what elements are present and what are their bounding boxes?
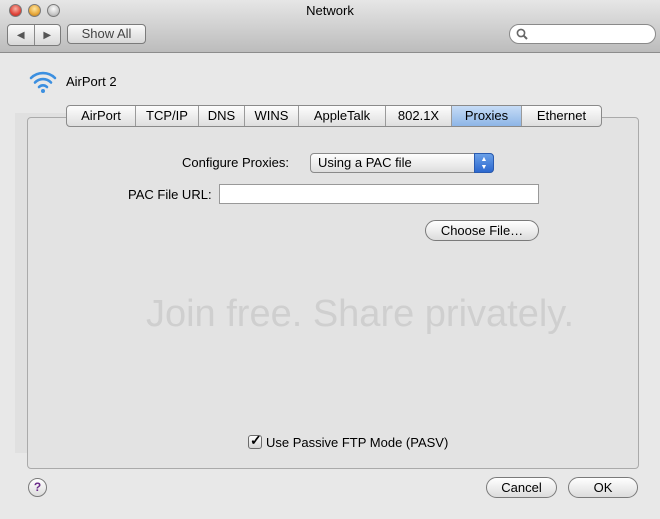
interface-name: AirPort 2 — [66, 74, 117, 89]
tab-proxies[interactable]: Proxies — [451, 106, 521, 126]
window-content: AirPort 2 AirPort TCP/IP DNS WINS AppleT… — [0, 53, 660, 519]
ok-button[interactable]: OK — [568, 477, 638, 498]
wifi-icon — [29, 71, 57, 93]
watermark-text: Join free. Share privately. — [145, 293, 575, 335]
back-icon[interactable]: ◀ — [8, 25, 34, 45]
forward-icon[interactable]: ▶ — [33, 25, 61, 45]
configure-proxies-select[interactable]: Using a PAC file ▲ ▼ — [310, 153, 494, 173]
passive-ftp-checkbox[interactable]: ✓ — [248, 432, 262, 449]
back-forward-control: ◀ ▶ — [7, 24, 61, 46]
window-title: Network — [306, 3, 354, 18]
checkmark-icon: ✓ — [250, 432, 262, 448]
choose-file-button[interactable]: Choose File… — [425, 220, 539, 241]
configure-proxies-label: Configure Proxies: — [182, 155, 289, 170]
tab-8021x[interactable]: 802.1X — [385, 106, 451, 126]
select-arrows-icon: ▲ ▼ — [474, 153, 494, 173]
title-bar: Network ◀ ▶ Show All — [0, 0, 660, 53]
show-all-button[interactable]: Show All — [67, 24, 146, 44]
tab-appletalk[interactable]: AppleTalk — [298, 106, 385, 126]
tab-ethernet[interactable]: Ethernet — [521, 106, 601, 126]
passive-ftp-label: Use Passive FTP Mode (PASV) — [266, 435, 449, 450]
tab-bar: AirPort TCP/IP DNS WINS AppleTalk 802.1X… — [66, 105, 602, 127]
cancel-button[interactable]: Cancel — [486, 477, 557, 498]
tab-dns[interactable]: DNS — [198, 106, 244, 126]
pac-file-url-label: PAC File URL: — [128, 187, 212, 202]
search-field[interactable] — [509, 24, 656, 44]
tab-airport[interactable]: AirPort — [67, 106, 135, 126]
pac-file-url-input[interactable] — [219, 184, 539, 204]
tab-wins[interactable]: WINS — [244, 106, 298, 126]
help-button[interactable]: ? — [28, 478, 47, 497]
configure-proxies-value: Using a PAC file — [318, 155, 412, 170]
tab-tcpip[interactable]: TCP/IP — [135, 106, 198, 126]
search-icon — [516, 28, 528, 40]
